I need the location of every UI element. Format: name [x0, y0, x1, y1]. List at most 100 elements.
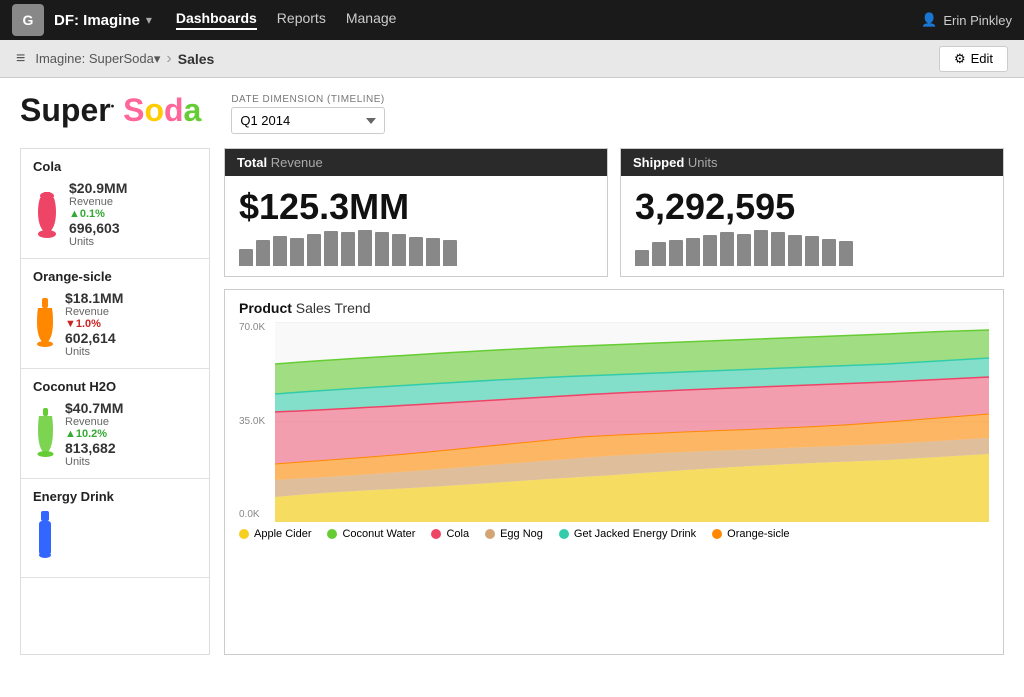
kpi-revenue-card: Total Revenue $125.3MM	[224, 148, 608, 277]
nav-link-reports[interactable]: Reports	[277, 10, 326, 30]
product-name: Energy Drink	[33, 489, 197, 504]
product-units: 696,603	[69, 220, 127, 236]
product-item: Energy Drink	[21, 479, 209, 578]
chart-area	[275, 322, 989, 522]
legend-label: Egg Nog	[500, 528, 543, 540]
top-nav: G DF: Imagine ▾ Dashboards Reports Manag…	[0, 0, 1024, 40]
product-item: Orange-sicle $18.1MM Revenue ▼1.0% 602,6…	[21, 259, 209, 369]
kpi-bar	[652, 242, 666, 266]
supersoda-logo: Super• Soda	[20, 94, 201, 126]
trend-title-bold: Product	[239, 300, 292, 316]
product-bottle	[33, 406, 57, 463]
product-change: ▼1.0%	[65, 318, 123, 330]
product-item: Cola $20.9MM Revenue ▲0.1% 696,603 Units	[21, 149, 209, 259]
breadcrumb-bar: ≡ Imagine: SuperSoda ▾ › Sales ⚙ Edit	[0, 40, 1024, 78]
edit-label: Edit	[971, 51, 993, 66]
legend-label: Cola	[446, 528, 469, 540]
y-label-mid: 35.0K	[239, 416, 275, 427]
breadcrumb-current: Sales	[178, 51, 215, 67]
legend-item: Orange-sicle	[712, 528, 789, 540]
product-name: Orange-sicle	[33, 269, 197, 284]
kpi-bar	[341, 232, 355, 266]
kpi-units-bars	[621, 232, 1003, 276]
header-row: Super• Soda DATE DIMENSION (TIMELINE) Q1…	[20, 94, 1004, 134]
breadcrumb-dropdown[interactable]: ▾	[154, 51, 161, 67]
kpi-bar	[324, 231, 338, 266]
product-rev-label: Revenue	[65, 306, 123, 318]
product-change: ▲0.1%	[69, 208, 127, 220]
product-name: Cola	[33, 159, 197, 174]
product-stats: $20.9MM Revenue ▲0.1% 696,603 Units	[69, 180, 127, 248]
y-label-top: 70.0K	[239, 322, 275, 333]
kpi-bar	[703, 235, 717, 266]
breadcrumb-right: ⚙ Edit	[939, 46, 1008, 72]
product-bottle	[33, 296, 57, 353]
gear-icon: ⚙	[954, 51, 966, 67]
kpi-bar	[375, 232, 389, 266]
product-rev-label: Revenue	[65, 416, 123, 428]
product-list: Cola $20.9MM Revenue ▲0.1% 696,603 Units…	[20, 148, 210, 655]
breadcrumb-sep: ›	[166, 50, 171, 68]
legend-label: Orange-sicle	[727, 528, 789, 540]
kpi-revenue-value: $125.3MM	[225, 176, 607, 232]
kpi-revenue-bars	[225, 232, 607, 276]
kpi-bar	[754, 230, 768, 266]
kpi-bar	[239, 249, 253, 266]
kpi-bar	[805, 236, 819, 266]
nav-logo: G	[12, 4, 44, 36]
nav-user: 👤 Erin Pinkley	[921, 12, 1012, 28]
trend-title-light: Sales Trend	[292, 300, 371, 316]
edit-button[interactable]: ⚙ Edit	[939, 46, 1008, 72]
kpi-bar	[273, 236, 287, 266]
kpi-units-light: Units	[684, 155, 717, 170]
right-area: Total Revenue $125.3MM Shipped Units 3,2…	[224, 148, 1004, 655]
kpi-revenue-header: Total Revenue	[225, 149, 607, 176]
menu-icon[interactable]: ≡	[16, 50, 25, 68]
product-units: 602,614	[65, 330, 123, 346]
legend-item: Cola	[431, 528, 469, 540]
kpi-revenue-bold: Total	[237, 155, 267, 170]
kpi-bar	[392, 234, 406, 266]
legend-dot	[712, 529, 722, 539]
legend-dot	[559, 529, 569, 539]
product-item: Coconut H2O $40.7MM Revenue ▲10.2% 813,6…	[21, 369, 209, 479]
kpi-bar	[737, 234, 751, 266]
legend-dot	[485, 529, 495, 539]
kpi-bar	[720, 232, 734, 266]
product-units-label: Units	[69, 236, 127, 248]
trend-title: Product Sales Trend	[239, 300, 989, 316]
main-content: Super• Soda DATE DIMENSION (TIMELINE) Q1…	[0, 78, 1024, 697]
nav-link-dashboards[interactable]: Dashboards	[176, 10, 257, 30]
legend-item: Apple Cider	[239, 528, 311, 540]
product-bottle	[33, 510, 57, 567]
product-revenue: $40.7MM	[65, 400, 123, 416]
product-units-label: Units	[65, 346, 123, 358]
legend-dot	[239, 529, 249, 539]
kpi-bar	[669, 240, 683, 266]
kpi-bar	[771, 232, 785, 266]
date-select[interactable]: Q1 2014 Q2 2014 Q3 2014 Q4 2014	[231, 107, 384, 134]
product-stats: $18.1MM Revenue ▼1.0% 602,614 Units	[65, 290, 123, 358]
kpi-bar	[409, 237, 423, 266]
nav-brand: DF: Imagine	[54, 12, 140, 29]
chart-legend: Apple CiderCoconut WaterColaEgg NogGet J…	[239, 528, 989, 540]
legend-item: Coconut Water	[327, 528, 415, 540]
nav-link-manage[interactable]: Manage	[346, 10, 397, 30]
breadcrumb-path[interactable]: Imagine: SuperSoda	[35, 51, 154, 66]
brand-dropdown-icon[interactable]: ▾	[146, 13, 152, 27]
kpi-bar	[839, 241, 853, 266]
kpi-bar	[256, 240, 270, 266]
product-revenue: $18.1MM	[65, 290, 123, 306]
legend-dot	[327, 529, 337, 539]
y-label-bot: 0.0K	[239, 509, 275, 520]
product-rev-label: Revenue	[69, 196, 127, 208]
legend-label: Apple Cider	[254, 528, 311, 540]
date-label: DATE DIMENSION (TIMELINE)	[231, 94, 384, 105]
user-name: Erin Pinkley	[943, 13, 1012, 28]
kpi-bar	[307, 234, 321, 266]
product-bottle	[33, 184, 61, 245]
kpi-bar	[358, 230, 372, 266]
product-revenue: $20.9MM	[69, 180, 127, 196]
logo-super: Super	[20, 92, 111, 128]
trend-svg	[275, 322, 989, 522]
